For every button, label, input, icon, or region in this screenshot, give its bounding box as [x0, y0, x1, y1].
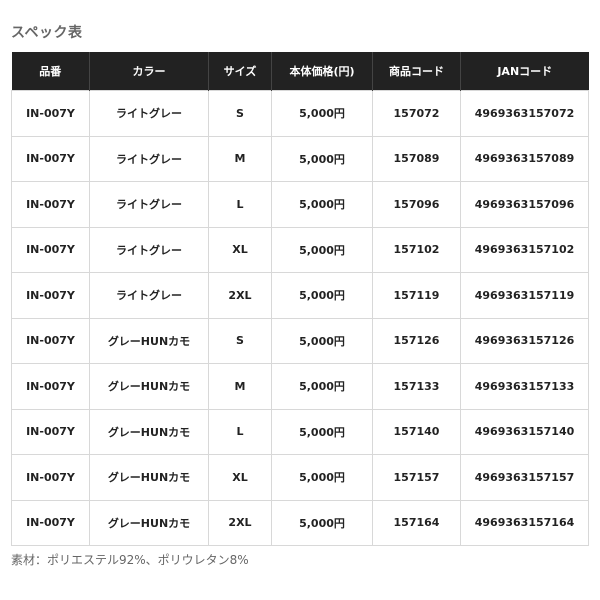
table-row: IN-007Y ライトグレー M 5,000円 157089 496936315… [11, 135, 589, 182]
spec-table: 品番 カラー サイズ 本体価格(円) 商品コード JANコード IN-007Y … [11, 52, 589, 546]
cell-size: S [208, 317, 272, 364]
table-row: IN-007Y ライトグレー 2XL 5,000円 157119 4969363… [11, 272, 589, 319]
cell-product-number: IN-007Y [11, 181, 90, 228]
cell-size: 2XL [208, 272, 272, 319]
cell-size: M [208, 135, 272, 182]
cell-color: グレーHUNカモ [89, 363, 209, 410]
cell-product-number: IN-007Y [11, 317, 90, 364]
cell-price: 5,000円 [271, 317, 373, 364]
cell-size: S [208, 90, 272, 137]
cell-product-code: 157089 [372, 135, 461, 182]
cell-product-code: 157072 [372, 90, 461, 137]
page-title: スペック表 [11, 25, 83, 41]
table-row: IN-007Y ライトグレー S 5,000円 157072 496936315… [11, 90, 589, 137]
cell-product-code: 157096 [372, 181, 461, 228]
cell-jan-code: 4969363157157 [460, 454, 589, 501]
cell-price: 5,000円 [271, 135, 373, 182]
cell-price: 5,000円 [271, 363, 373, 410]
cell-jan-code: 4969363157164 [460, 499, 589, 546]
cell-jan-code: 4969363157140 [460, 408, 589, 455]
table-row: IN-007Y ライトグレー L 5,000円 157096 496936315… [11, 181, 589, 228]
cell-color: ライトグレー [89, 272, 209, 319]
cell-jan-code: 4969363157133 [460, 363, 589, 410]
cell-product-number: IN-007Y [11, 226, 90, 273]
cell-color: グレーHUNカモ [89, 408, 209, 455]
cell-color: グレーHUNカモ [89, 317, 209, 364]
cell-product-number: IN-007Y [11, 408, 90, 455]
cell-price: 5,000円 [271, 226, 373, 273]
cell-product-code: 157140 [372, 408, 461, 455]
cell-product-code: 157119 [372, 272, 461, 319]
cell-price: 5,000円 [271, 499, 373, 546]
cell-jan-code: 4969363157072 [460, 90, 589, 137]
cell-product-number: IN-007Y [11, 135, 90, 182]
table-row: IN-007Y グレーHUNカモ XL 5,000円 157157 496936… [11, 454, 589, 501]
table-row: IN-007Y グレーHUNカモ M 5,000円 157133 4969363… [11, 363, 589, 410]
cell-product-number: IN-007Y [11, 363, 90, 410]
cell-size: M [208, 363, 272, 410]
cell-size: L [208, 181, 272, 228]
header-size: サイズ [208, 52, 272, 91]
cell-color: ライトグレー [89, 181, 209, 228]
cell-jan-code: 4969363157119 [460, 272, 589, 319]
header-product-code: 商品コード [372, 52, 461, 91]
cell-product-code: 157102 [372, 226, 461, 273]
header-product-number: 品番 [11, 52, 90, 91]
cell-product-number: IN-007Y [11, 454, 90, 501]
cell-size: XL [208, 454, 272, 501]
table-header: 品番 カラー サイズ 本体価格(円) 商品コード JANコード [11, 52, 589, 91]
cell-price: 5,000円 [271, 408, 373, 455]
cell-jan-code: 4969363157096 [460, 181, 589, 228]
cell-price: 5,000円 [271, 181, 373, 228]
cell-jan-code: 4969363157102 [460, 226, 589, 273]
cell-product-code: 157157 [372, 454, 461, 501]
header-color: カラー [89, 52, 209, 91]
cell-product-number: IN-007Y [11, 90, 90, 137]
cell-price: 5,000円 [271, 272, 373, 319]
cell-color: ライトグレー [89, 135, 209, 182]
cell-size: 2XL [208, 499, 272, 546]
table-row: IN-007Y ライトグレー XL 5,000円 157102 49693631… [11, 226, 589, 273]
cell-jan-code: 4969363157126 [460, 317, 589, 364]
cell-color: グレーHUNカモ [89, 454, 209, 501]
table-row: IN-007Y グレーHUNカモ L 5,000円 157140 4969363… [11, 408, 589, 455]
cell-product-code: 157133 [372, 363, 461, 410]
cell-color: ライトグレー [89, 226, 209, 273]
cell-product-code: 157126 [372, 317, 461, 364]
cell-product-number: IN-007Y [11, 499, 90, 546]
cell-product-number: IN-007Y [11, 272, 90, 319]
cell-size: XL [208, 226, 272, 273]
header-jan-code: JANコード [460, 52, 589, 91]
table-row: IN-007Y グレーHUNカモ S 5,000円 157126 4969363… [11, 317, 589, 364]
table-body: IN-007Y ライトグレー S 5,000円 157072 496936315… [11, 90, 589, 546]
table-row: IN-007Y グレーHUNカモ 2XL 5,000円 157164 49693… [11, 499, 589, 546]
material-note: 素材：ポリエステル92%、ポリウレタン8% [11, 553, 249, 567]
cell-color: グレーHUNカモ [89, 499, 209, 546]
header-price: 本体価格(円) [271, 52, 373, 91]
cell-jan-code: 4969363157089 [460, 135, 589, 182]
cell-price: 5,000円 [271, 454, 373, 501]
cell-price: 5,000円 [271, 90, 373, 137]
header-row: 品番 カラー サイズ 本体価格(円) 商品コード JANコード [11, 52, 589, 91]
cell-color: ライトグレー [89, 90, 209, 137]
cell-size: L [208, 408, 272, 455]
cell-product-code: 157164 [372, 499, 461, 546]
